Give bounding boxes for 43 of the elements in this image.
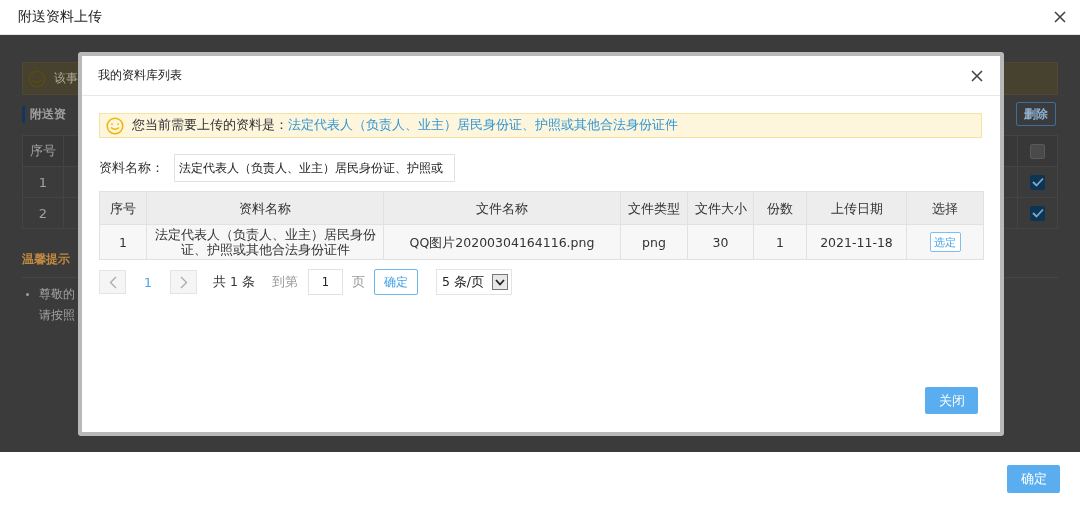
chevron-right-icon (179, 275, 188, 289)
go-button[interactable]: 确定 (373, 269, 418, 295)
page-input-field[interactable]: 1 (307, 269, 343, 295)
notice-text: 该事 (54, 70, 78, 87)
field-label: 资料名称： (99, 159, 164, 177)
smiley-icon (106, 116, 124, 135)
page-unit-label: 页 (351, 273, 365, 291)
section-title: 附送资 (22, 105, 66, 123)
page-number[interactable]: 1 (126, 274, 170, 290)
confirm-button[interactable]: 确定 (1007, 465, 1060, 493)
checkbox[interactable] (1030, 143, 1045, 159)
modal-title: 我的资料库列表 (98, 67, 182, 84)
checkbox[interactable] (1030, 205, 1045, 221)
smiley-icon (28, 69, 46, 88)
caret-down-icon (494, 278, 505, 286)
goto-label: 到第 (271, 273, 298, 291)
close-icon[interactable] (1054, 11, 1066, 23)
column-header: 序号 (23, 136, 64, 166)
tip-text: 尊敬的 (39, 286, 75, 303)
table-cell: png (621, 225, 688, 259)
total-count: 共 1 条 (213, 273, 255, 291)
column-header: 选择 (931, 199, 959, 218)
table-cell: 1 (23, 167, 64, 197)
notice-text: 您当前需要上传的资料是：法定代表人（负责人、业主）居民身份证、护照或其他合法身份证件 (132, 117, 678, 134)
chevron-left-icon (108, 275, 117, 289)
page-size-dropdown[interactable]: 5 条/页 (435, 269, 512, 295)
table-cell: 1 (754, 225, 807, 259)
table-cell: 2021-11-18 (807, 225, 907, 259)
close-icon[interactable] (971, 69, 983, 82)
name-input-field[interactable]: 法定代表人（负责人、业主）居民身份证、护照或 (174, 154, 455, 182)
close-button[interactable]: 关闭 (925, 387, 978, 414)
select-button[interactable]: 选定 (929, 232, 961, 252)
dialog-title: 附送资料上传 (18, 8, 102, 26)
delete-button[interactable]: 删除 (1016, 102, 1056, 126)
table-cell: 1 (100, 225, 147, 259)
table-cell: 30 (688, 225, 754, 259)
checkbox[interactable] (1030, 174, 1045, 190)
table-cell: 2 (23, 198, 64, 228)
tip-text: 请按照 (39, 307, 75, 324)
tips-title: 温馨提示 (22, 251, 70, 268)
bullet-icon (26, 293, 29, 296)
table-cell: 法定代表人（负责人、业主）居民身份证、护照或其他合法身份证件 (147, 225, 384, 259)
table-cell: QQ图片20200304164116.png (384, 225, 621, 259)
